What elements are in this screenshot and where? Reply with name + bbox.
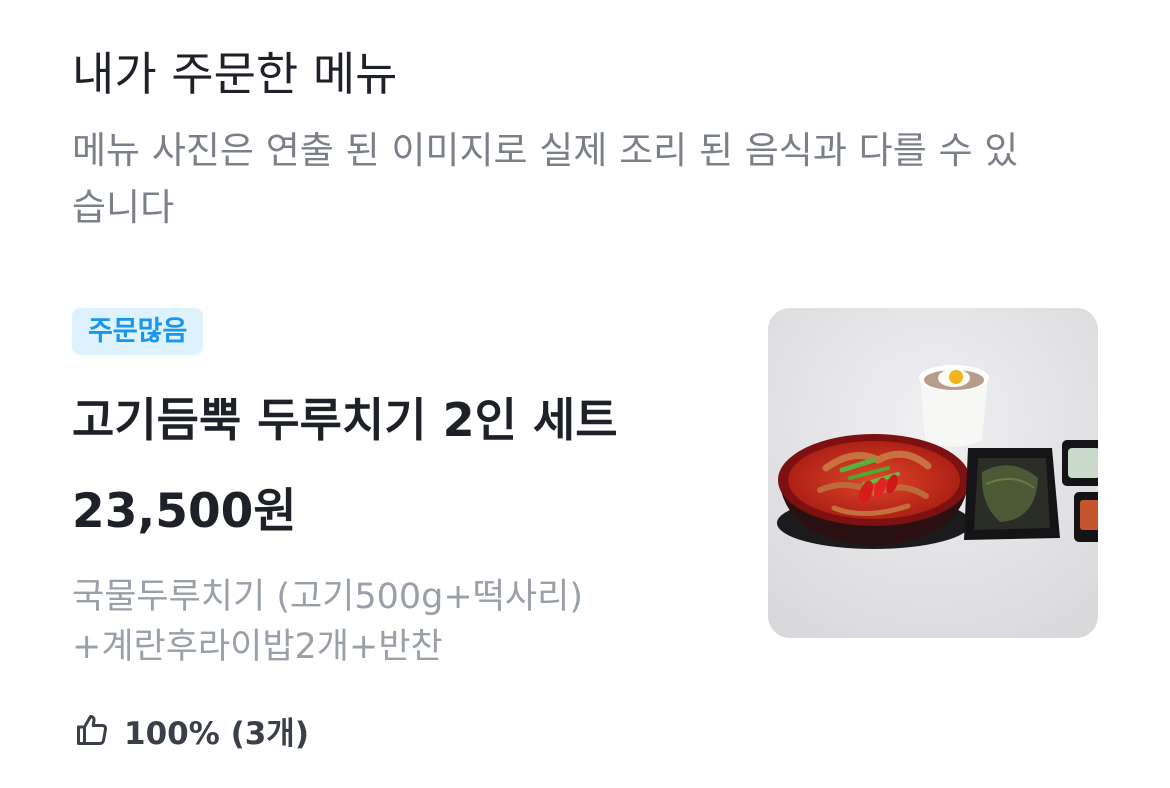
popular-badge: 주문많음	[72, 308, 204, 355]
menu-description: 국물두루치기 (고기500g+떡사리) +계란후라이밥2개+반찬	[72, 572, 682, 672]
menu-description-line-1: 국물두루치기 (고기500g+떡사리)	[72, 577, 583, 617]
menu-price: 23,500원	[72, 484, 297, 539]
photo-disclaimer: 메뉴 사진은 연출 된 이미지로 실제 조리 된 음식과 다를 수 있습니다	[72, 129, 1019, 229]
food-photo	[768, 308, 1098, 638]
thumbs-up-icon	[74, 712, 110, 748]
menu-item-card[interactable]: 주문많음 고기듬뿍 두루치기 2인 세트 23,500원 국물두루치기 (고기5…	[0, 290, 1170, 770]
menu-description-line-2: +계란후라이밥2개+반찬	[72, 627, 443, 667]
rating-text: 100% (3개)	[124, 715, 309, 752]
rating: 100% (3개)	[74, 706, 309, 754]
section-title: 내가 주문한 메뉴	[72, 47, 398, 101]
menu-name: 고기듬뿍 두루치기 2인 세트	[72, 393, 618, 447]
